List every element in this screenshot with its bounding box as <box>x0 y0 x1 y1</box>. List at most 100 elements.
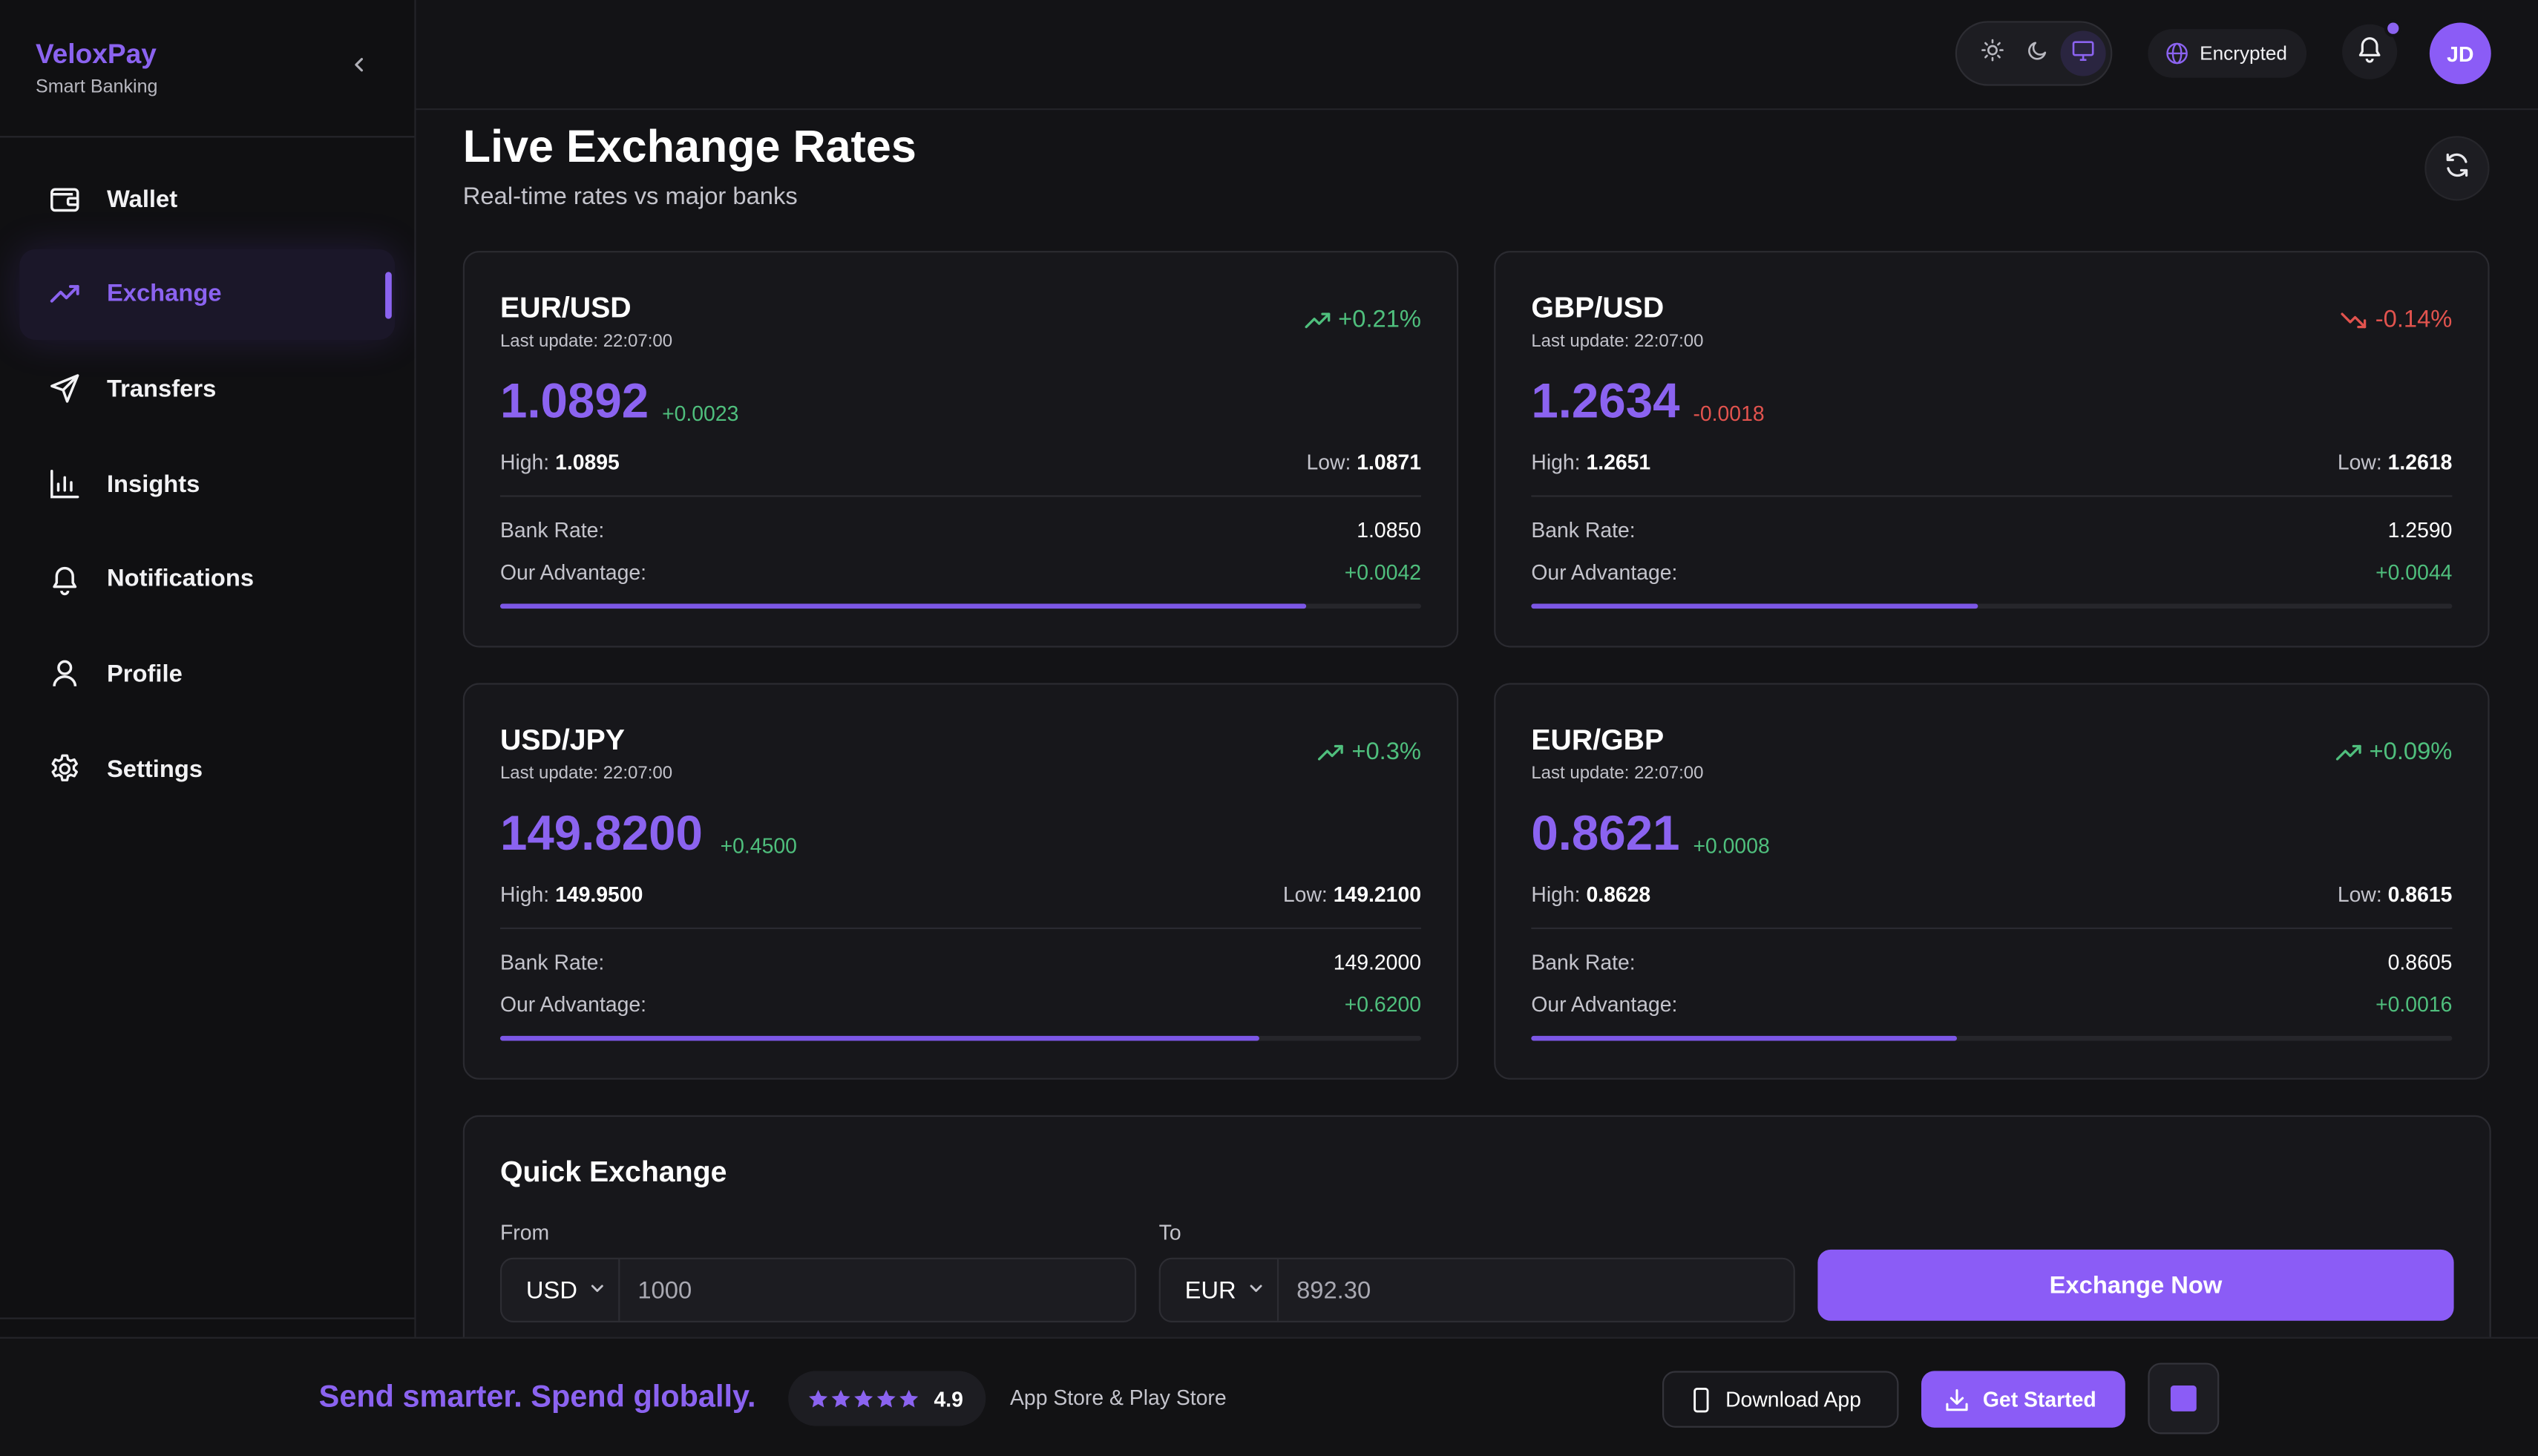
stop-icon <box>2170 1386 2197 1411</box>
rate-delta: +0.4500 <box>720 833 797 858</box>
high-number: 1.2651 <box>1586 450 1651 475</box>
high-number: 0.8628 <box>1586 882 1651 907</box>
from-currency-select[interactable]: USD <box>502 1259 620 1321</box>
download-app-button[interactable]: Download App <box>1662 1371 1899 1428</box>
advantage-label: Our Advantage: <box>1531 560 1678 585</box>
change-percent: +0.3% <box>1318 738 1421 766</box>
from-amount-input[interactable]: 1000 <box>620 1259 1135 1321</box>
card-divider <box>499 927 1422 929</box>
rate-card-usd-jpy[interactable]: USD/JPY Last update: 22:07:00 +0.3% 149.… <box>462 683 1459 1080</box>
sidebar-item-label: Insights <box>106 470 200 498</box>
card-divider <box>1531 495 2453 497</box>
stop-button[interactable] <box>2148 1362 2220 1434</box>
star-icon <box>854 1388 873 1407</box>
change-percent-value: -0.14% <box>2375 306 2453 334</box>
bank-rate-value: 149.2000 <box>1333 950 1422 975</box>
notification-dot <box>2384 19 2402 38</box>
advantage-bar <box>499 1035 1422 1041</box>
high-label: High: <box>499 450 550 475</box>
to-amount-input[interactable]: 892.30 <box>1279 1259 1794 1321</box>
bank-rate-value: 1.2590 <box>2387 517 2453 542</box>
rate-delta: +0.0008 <box>1693 833 1770 858</box>
bank-rate-label: Bank Rate: <box>499 517 605 542</box>
advantage-value: +0.0016 <box>2375 992 2453 1017</box>
change-percent-value: +0.3% <box>1351 738 1422 766</box>
chevron-down-icon <box>589 1280 606 1296</box>
sidebar-item-transfers[interactable]: Transfers <box>19 344 395 434</box>
sidebar-item-profile[interactable]: Profile <box>19 629 395 719</box>
low-value: Low: 149.2100 <box>1283 882 1421 907</box>
advantage-bar-fill <box>499 1035 1260 1041</box>
chevron-left-icon <box>351 52 367 81</box>
tagline: Send smarter. Spend globally. <box>318 1380 756 1415</box>
rate-card-gbp-usd[interactable]: GBP/USD Last update: 22:07:00 -0.14% 1.2… <box>1494 251 2490 648</box>
rating-stars <box>807 1388 921 1409</box>
quick-exchange-title: Quick Exchange <box>499 1155 727 1188</box>
rate-delta: -0.0018 <box>1693 401 1765 426</box>
get-started-button[interactable]: Get Started <box>1921 1371 2125 1428</box>
current-rate: 0.8621 <box>1531 807 1680 862</box>
trending-up-icon <box>48 278 81 310</box>
high-value: High: 1.0895 <box>500 450 620 474</box>
footer-bar: Send smarter. Spend globally. 4.9 App St… <box>0 1337 2538 1456</box>
page-title: Live Exchange Rates <box>462 121 916 172</box>
to-currency-value: EUR <box>1184 1276 1236 1304</box>
theme-system-button[interactable] <box>2060 30 2106 76</box>
top-bar: Encrypted JD <box>416 0 2538 111</box>
sidebar-item-label: Exchange <box>106 280 222 308</box>
high-label: High: <box>1531 450 1581 475</box>
wallet-icon <box>48 183 81 215</box>
trending-up-icon <box>1318 742 1344 761</box>
last-update: Last update: 22:07:00 <box>499 764 673 784</box>
to-currency-select[interactable]: EUR <box>1161 1259 1279 1321</box>
high-value: High: 149.9500 <box>500 882 643 907</box>
sidebar-item-exchange[interactable]: Exchange <box>19 249 396 340</box>
page-subtitle: Real-time rates vs major banks <box>462 183 798 211</box>
high-value: High: 1.2651 <box>1531 450 1650 474</box>
current-rate: 1.0892 <box>499 376 649 429</box>
change-percent: -0.14% <box>2341 306 2452 333</box>
gear-icon <box>48 752 81 785</box>
app-root: VeloxPay Smart Banking Wallet Exchange T… <box>0 0 2538 1456</box>
avatar[interactable]: JD <box>2429 22 2491 85</box>
high-number: 149.9500 <box>555 882 643 907</box>
refresh-button[interactable] <box>2424 136 2490 201</box>
low-label: Low: <box>1306 450 1351 475</box>
low-number: 1.0871 <box>1357 450 1422 475</box>
theme-dark-button[interactable] <box>2015 30 2060 76</box>
monitor-icon <box>2072 38 2095 68</box>
bank-rate-label: Bank Rate: <box>499 950 605 975</box>
advantage-bar <box>1531 1035 2453 1041</box>
pair-name: EUR/USD <box>499 291 632 324</box>
rate-card-eur-gbp[interactable]: EUR/GBP Last update: 22:07:00 +0.09% 0.8… <box>1494 683 2490 1080</box>
quick-exchange-panel: Quick Exchange From To USD 1000 EUR 892.… <box>462 1115 2491 1374</box>
collapse-sidebar-button[interactable] <box>343 50 376 83</box>
from-currency-value: USD <box>525 1276 577 1304</box>
sidebar-divider <box>0 1317 415 1319</box>
refresh-icon <box>2442 150 2471 187</box>
globe-icon <box>2165 42 2188 65</box>
sidebar-item-insights[interactable]: Insights <box>19 439 395 529</box>
to-field: EUR 892.30 <box>1158 1257 1795 1322</box>
star-icon <box>899 1388 919 1407</box>
low-number: 0.8615 <box>2387 882 2453 907</box>
change-percent: +0.21% <box>1304 306 1421 333</box>
exchange-now-button[interactable]: Exchange Now <box>1817 1249 2454 1321</box>
advantage-value: +0.0042 <box>1344 560 1422 585</box>
sidebar-item-wallet[interactable]: Wallet <box>19 154 395 244</box>
brand[interactable]: VeloxPay Smart Banking <box>36 39 158 97</box>
change-percent-value: +0.21% <box>1338 306 1422 334</box>
change-percent-value: +0.09% <box>2369 738 2453 766</box>
star-icon <box>876 1388 896 1407</box>
sidebar-item-settings[interactable]: Settings <box>19 724 395 814</box>
trending-up-icon <box>2335 742 2361 761</box>
last-update: Last update: 22:07:00 <box>499 332 673 352</box>
sidebar-item-label: Wallet <box>106 185 178 213</box>
theme-light-button[interactable] <box>1970 30 2015 76</box>
rate-card-eur-usd[interactable]: EUR/USD Last update: 22:07:00 +0.21% 1.0… <box>462 251 1459 648</box>
sidebar-divider <box>0 136 415 138</box>
encryption-status[interactable]: Encrypted <box>2148 29 2307 78</box>
sidebar-item-notifications[interactable]: Notifications <box>19 534 395 624</box>
low-label: Low: <box>2337 882 2382 907</box>
pair-name: EUR/GBP <box>1531 723 1665 756</box>
